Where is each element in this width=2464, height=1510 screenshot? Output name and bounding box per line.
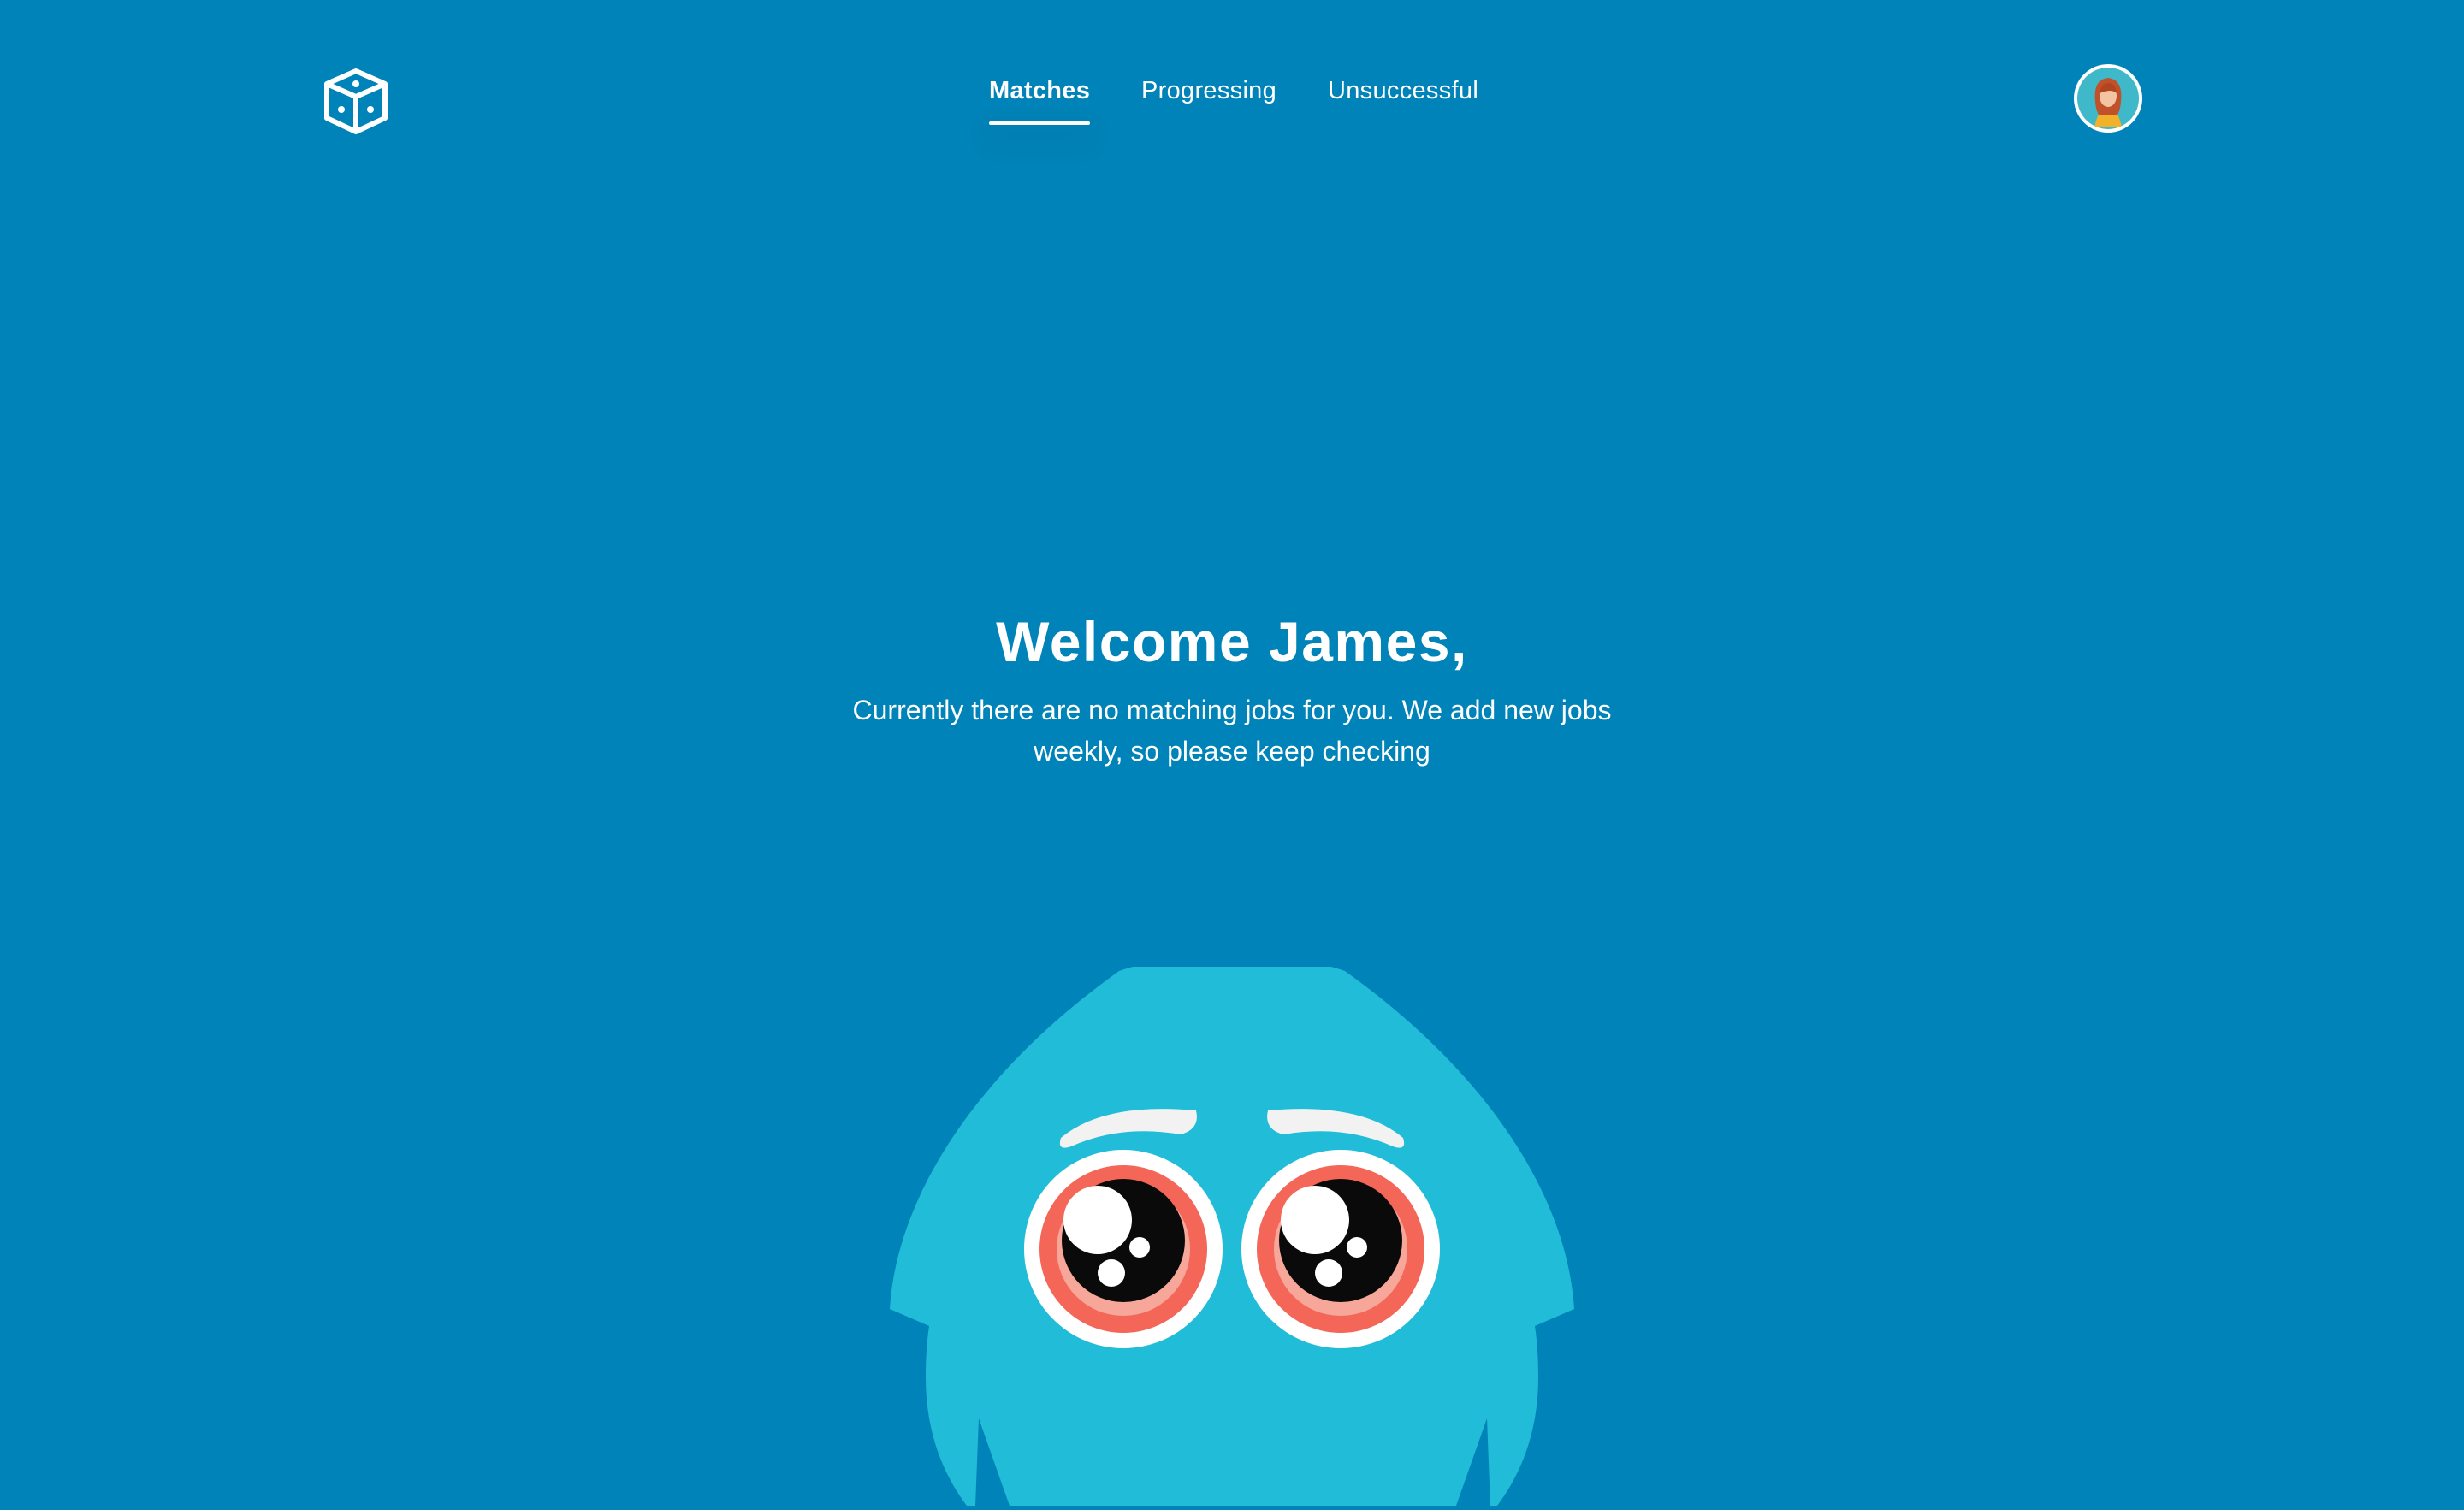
- user-avatar-button[interactable]: [2074, 64, 2142, 133]
- monster-illustration: [881, 955, 1583, 1506]
- tab-unsuccessful[interactable]: Unsuccessful: [1328, 74, 1478, 108]
- welcome-title: Welcome James,: [996, 610, 1468, 673]
- user-avatar: [2077, 68, 2139, 129]
- tab-matches[interactable]: Matches: [989, 74, 1090, 125]
- blue-monster-illustration: [890, 955, 1574, 1506]
- tab-progressing[interactable]: Progressing: [1141, 74, 1276, 108]
- empty-state-message: Currently there are no matching jobs for…: [852, 695, 1612, 767]
